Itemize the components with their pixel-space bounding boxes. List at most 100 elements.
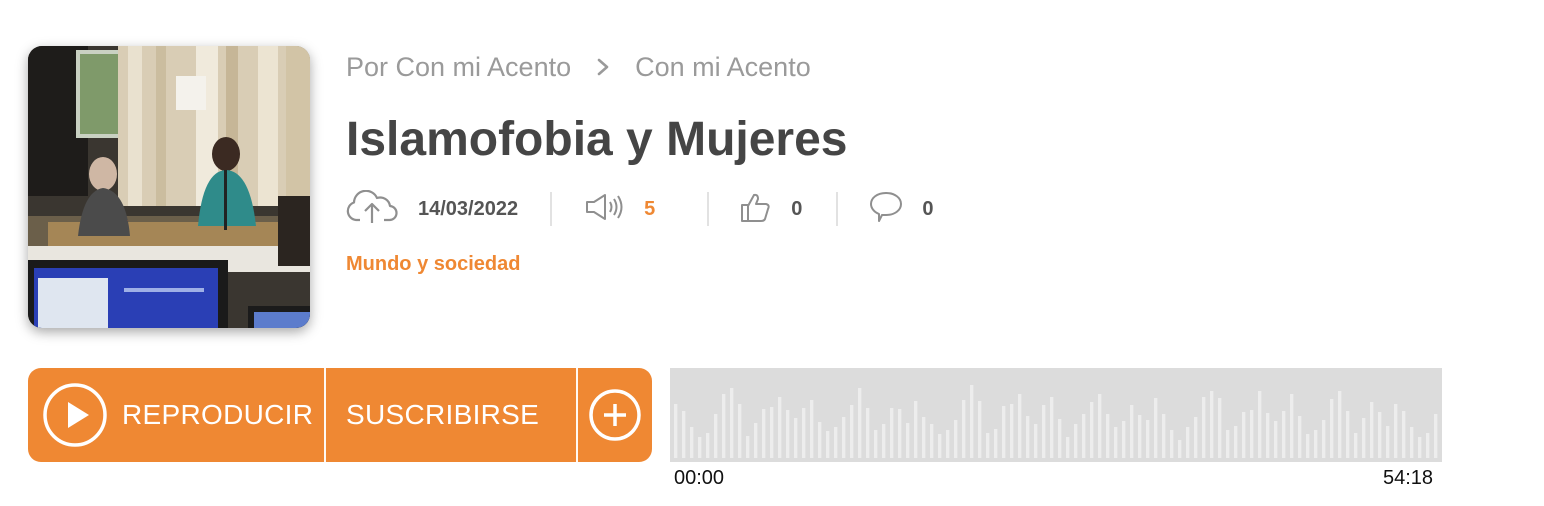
comments-stat[interactable]: 0 [868,186,933,232]
waveform-bar [850,405,854,458]
breadcrumb: Por Con mi Acento Con mi Acento [346,50,811,84]
comment-icon[interactable] [868,190,904,229]
waveform-bar [1202,397,1206,458]
episode-cover-image[interactable] [28,46,310,328]
waveform-bar [994,429,998,458]
player-divider [324,368,326,462]
waveform-bar [898,409,902,458]
chevron-right-icon [571,57,635,77]
plays-count: 5 [644,197,656,220]
waveform-bar [1130,405,1134,458]
waveform-bar [962,400,966,458]
waveform-bar [882,424,886,458]
add-button[interactable] [578,368,652,462]
waveform-bar [1418,437,1422,458]
stats-divider [707,192,710,226]
play-button[interactable]: REPRODUCIR [28,368,324,462]
waveform-bar [842,417,846,458]
waveform-bar [810,400,814,458]
subscribe-button-label: SUSCRIBIRSE [346,399,540,430]
waveform-bar [1026,416,1030,458]
waveform-bar [1082,414,1086,458]
waveform-bar [1002,406,1006,458]
waveform-bar [1018,394,1022,458]
waveform-progress[interactable] [670,368,1442,462]
category-link[interactable]: Mundo y sociedad [346,253,520,276]
waveform-bar [954,420,958,458]
waveform-bar [930,424,934,458]
plays-stat: 5 [584,186,655,232]
waveform-bar [1378,412,1382,458]
waveform-bar [1402,411,1406,458]
waveform-bar [874,430,878,458]
waveform-bar [786,410,790,458]
waveform-bar [1426,433,1430,458]
episode-stats: 14/03/2022 5 0 0 [346,186,933,232]
likes-count: 0 [791,197,803,220]
thumbs-up-icon[interactable] [739,191,771,228]
waveform-bar [1290,394,1294,458]
waveform-bar [674,404,678,458]
breadcrumb-author-link[interactable]: Por Con mi Acento [346,52,571,83]
waveform-bar [1058,419,1062,458]
waveform-bar [914,401,918,458]
waveform-bar [1074,424,1078,458]
waveform-bar [1210,391,1214,458]
time-total: 54:18 [1383,467,1434,489]
waveform-bar [1354,433,1358,458]
stats-divider [550,192,553,226]
waveform-bar [1282,411,1286,458]
waveform-bar [1242,412,1246,458]
waveform-bar [826,431,830,458]
player-divider [576,368,578,462]
waveform-bar [738,404,742,458]
waveform-bar [1250,410,1254,458]
waveform-bar [1090,402,1094,458]
waveform-bar [1114,427,1118,458]
waveform-bar [1034,424,1038,458]
likes-stat[interactable]: 0 [739,186,802,232]
speaker-icon [584,192,624,227]
waveform-bar [802,408,806,458]
waveform-bar [754,423,758,458]
waveform-bar [1106,414,1110,458]
waveform-bar [1274,421,1278,458]
waveform-bar [938,434,942,458]
waveform-bar [1010,404,1014,458]
waveform-bar [698,437,702,458]
waveform-bar [1298,416,1302,458]
waveform-bar [1234,426,1238,458]
waveform-bar [986,433,990,458]
waveform-bar [866,408,870,458]
waveform-bar [682,411,686,458]
time-elapsed: 00:00 [674,467,725,489]
waveform-bar [1162,414,1166,458]
waveform-bar [970,385,974,458]
breadcrumb-program-link[interactable]: Con mi Acento [635,52,811,83]
waveform-bar [1434,414,1438,458]
waveform-bar [834,427,838,458]
waveform-bar [1138,415,1142,458]
waveform-bar [1218,398,1222,458]
waveform-bar [1322,420,1326,458]
stats-divider [836,192,839,226]
episode-title: Islamofobia y Mujeres [346,113,848,166]
waveform-bar [1042,405,1046,458]
waveform-bar [722,394,726,458]
waveform-bar [858,388,862,458]
waveform-bar [1258,391,1262,458]
play-icon [42,382,108,448]
waveform-bar [1066,437,1070,458]
waveform-bar [1370,402,1374,458]
waveform-bar [946,430,950,458]
waveform-bar [1338,391,1342,458]
waveform-bar [730,388,734,458]
subscribe-button[interactable]: SUSCRIBIRSE [326,368,576,462]
waveform-bar [1346,411,1350,458]
waveform-bar [690,427,694,458]
waveform-bar [1050,397,1054,458]
play-button-label: REPRODUCIR [122,399,314,430]
waveform-bar [1154,398,1158,458]
player-bar: REPRODUCIR SUSCRIBIRSE [28,368,652,462]
waveform-bar [794,418,798,458]
